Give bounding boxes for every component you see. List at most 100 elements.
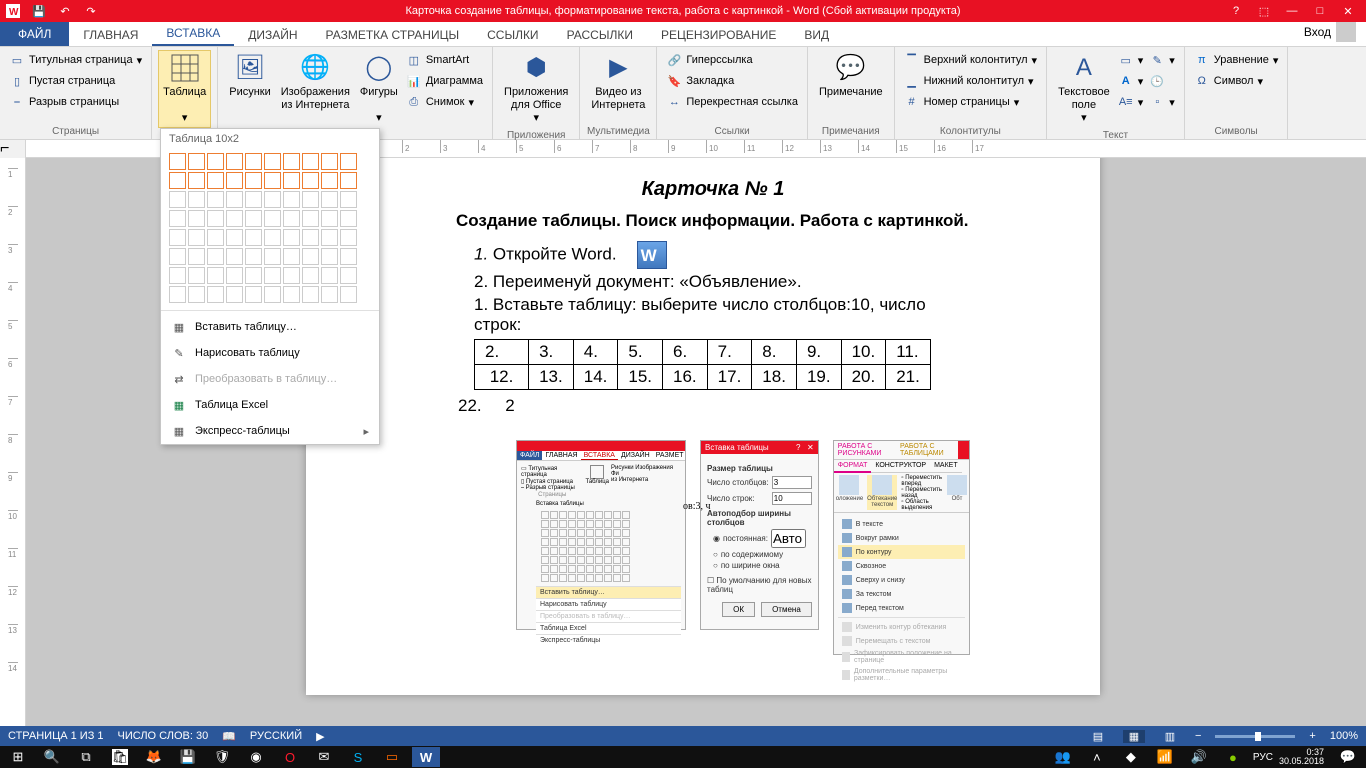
grid-cell[interactable] [207,191,224,208]
grid-cell[interactable] [207,267,224,284]
aliexpress-icon[interactable]: ▭ [378,747,406,767]
zoom-in-icon[interactable]: + [1309,730,1315,742]
grid-cell[interactable] [245,267,262,284]
tab-home[interactable]: ГЛАВНАЯ [69,24,152,46]
grid-cell[interactable] [302,267,319,284]
grid-cell[interactable] [321,210,338,227]
grid-cell[interactable] [321,172,338,189]
tray-icon-2[interactable]: ● [1219,747,1247,767]
grid-cell[interactable] [340,210,357,227]
shield-icon[interactable]: 🛡 [208,747,236,767]
grid-cell[interactable] [169,267,186,284]
grid-cell[interactable] [321,191,338,208]
grid-cell[interactable] [207,248,224,265]
grid-cell[interactable] [283,153,300,170]
grid-cell[interactable] [264,153,281,170]
tab-design[interactable]: ДИЗАЙН [234,24,311,46]
login-button[interactable]: Вход [1294,18,1366,46]
grid-cell[interactable] [283,191,300,208]
tab-view[interactable]: ВИД [790,24,843,46]
skype-icon[interactable]: S [344,747,372,767]
bookmark-button[interactable]: 🔖Закладка [663,71,801,91]
mail-icon[interactable]: ✉ [310,747,338,767]
grid-cell[interactable] [245,248,262,265]
grid-cell[interactable] [321,267,338,284]
view-web-icon[interactable]: ▥ [1159,730,1181,743]
grid-cell[interactable] [302,286,319,303]
grid-cell[interactable] [188,210,205,227]
firefox-icon[interactable]: 🦊 [140,747,168,767]
datetime-button[interactable]: 🕒 [1146,71,1178,91]
shapes-button[interactable]: ◯Фигуры▾ [355,50,403,128]
grid-cell[interactable] [207,210,224,227]
grid-cell[interactable] [226,267,243,284]
grid-cell[interactable] [169,229,186,246]
grid-cell[interactable] [188,286,205,303]
grid-cell[interactable] [283,267,300,284]
tab-insert[interactable]: ВСТАВКА [152,22,234,46]
grid-cell[interactable] [264,267,281,284]
grid-cell[interactable] [302,191,319,208]
tab-layout[interactable]: РАЗМЕТКА СТРАНИЦЫ [312,24,474,46]
tab-review[interactable]: РЕЦЕНЗИРОВАНИЕ [647,24,790,46]
grid-cell[interactable] [283,286,300,303]
volume-icon[interactable]: 🔊 [1185,747,1213,767]
people-icon[interactable]: 👥 [1049,747,1077,767]
header-button[interactable]: ▔Верхний колонтитул ▾ [901,50,1040,70]
start-button[interactable]: ⊞ [4,747,32,767]
chart-button[interactable]: 📊Диаграмма [403,71,486,91]
grid-cell[interactable] [188,153,205,170]
tab-file[interactable]: ФАЙЛ [0,22,69,46]
network-icon[interactable]: 📶 [1151,747,1179,767]
grid-cell[interactable] [264,191,281,208]
grid-cell[interactable] [340,153,357,170]
excel-table-item[interactable]: ▦Таблица Excel [161,392,379,418]
grid-cell[interactable] [264,229,281,246]
grid-cell[interactable] [302,248,319,265]
grid-cell[interactable] [264,172,281,189]
tab-references[interactable]: ССЫЛКИ [473,24,552,46]
grid-cell[interactable] [321,286,338,303]
quickparts-button[interactable]: ▭▾ [1115,50,1147,70]
taskbar-lang[interactable]: РУС [1253,752,1273,763]
chrome-icon[interactable]: ◉ [242,747,270,767]
redo-icon[interactable]: ↷ [83,3,99,19]
ribbon-options-icon[interactable]: ⬚ [1254,5,1274,18]
grid-cell[interactable] [169,286,186,303]
grid-cell[interactable] [188,248,205,265]
grid-cell[interactable] [283,248,300,265]
grid-cell[interactable] [340,286,357,303]
ruler-vertical[interactable]: 1234567891011121314 [0,158,26,726]
comment-button[interactable]: 💬Примечание [814,50,888,101]
crossref-button[interactable]: ↔Перекрестная ссылка [663,92,801,112]
grid-cell[interactable] [207,153,224,170]
grid-cell[interactable] [188,267,205,284]
search-icon[interactable]: 🔍 [38,747,66,767]
grid-cell[interactable] [302,153,319,170]
taskview-icon[interactable]: ⧉ [72,747,100,767]
save-disk-icon[interactable]: 💾 [174,747,202,767]
grid-cell[interactable] [264,248,281,265]
tray-icon[interactable]: ◆ [1117,747,1145,767]
grid-cell[interactable] [321,248,338,265]
grid-cell[interactable] [226,286,243,303]
status-lang[interactable]: РУССКИЙ [250,730,302,742]
equation-button[interactable]: πУравнение ▾ [1191,50,1282,70]
grid-cell[interactable] [169,210,186,227]
grid-cell[interactable] [264,210,281,227]
pictures-button[interactable]: 🖼Рисунки [224,50,276,101]
hyperlink-button[interactable]: 🔗Гиперссылка [663,50,801,70]
status-words[interactable]: ЧИСЛО СЛОВ: 30 [118,730,209,742]
grid-cell[interactable] [283,229,300,246]
zoom-out-icon[interactable]: − [1195,730,1201,742]
save-icon[interactable]: 💾 [31,3,47,19]
grid-cell[interactable] [264,286,281,303]
textbox-button[interactable]: AТекстовое поле ▾ [1053,50,1115,128]
wordart-button[interactable]: A▾ [1115,71,1147,91]
cover-page-button[interactable]: ▭Титульная страница ▾ [6,50,145,70]
grid-cell[interactable] [302,172,319,189]
footer-button[interactable]: ▁Нижний колонтитул ▾ [901,71,1040,91]
help-icon[interactable]: ? [1226,5,1246,18]
zoom-slider[interactable] [1215,735,1295,738]
apps-button[interactable]: ⬢Приложения для Office ▾ [499,50,573,128]
